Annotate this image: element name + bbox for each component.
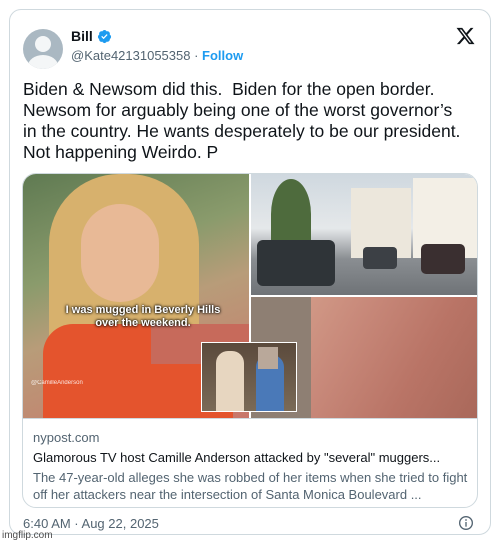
info-icon[interactable] [458,515,474,531]
image-caption: I was mugged in Beverly Hills over the w… [65,304,221,329]
link-title[interactable]: Glamorous TV host Camille Anderson attac… [33,449,469,466]
link-card-image[interactable]: I was mugged in Beverly Hills over the w… [23,174,477,418]
link-preview-card[interactable]: I was mugged in Beverly Hills over the w… [22,173,478,508]
verified-badge-icon [97,29,111,43]
user-handle[interactable]: @Kate42131055358 [71,48,190,63]
link-description: The 47-year-old alleges she was robbed o… [33,470,468,502]
avatar[interactable] [23,29,63,69]
tweet-timestamp[interactable]: 6:40 AM · Aug 22, 2025 [23,516,159,531]
tweet-text: Biden & Newsom did this. Biden for the o… [23,79,461,162]
author-name-row: Bill [71,28,112,44]
inset-photo-image [201,342,297,412]
display-name[interactable]: Bill [71,28,93,44]
street-scene-image [251,174,477,295]
tweet-card: Bill @Kate42131055358 · Follow Biden & N… [9,9,491,535]
follow-button[interactable]: Follow [202,48,243,63]
handle-row: @Kate42131055358 · Follow [71,48,243,63]
handle-separator: · [190,48,203,63]
link-domain: nypost.com [33,430,100,445]
link-card-info[interactable]: nypost.com Glamorous TV host Camille And… [23,418,477,507]
x-logo-icon[interactable] [455,26,476,46]
imgflip-watermark: imgflip.com [2,530,53,541]
image-watermark: @CamilleAnderson [31,380,83,386]
